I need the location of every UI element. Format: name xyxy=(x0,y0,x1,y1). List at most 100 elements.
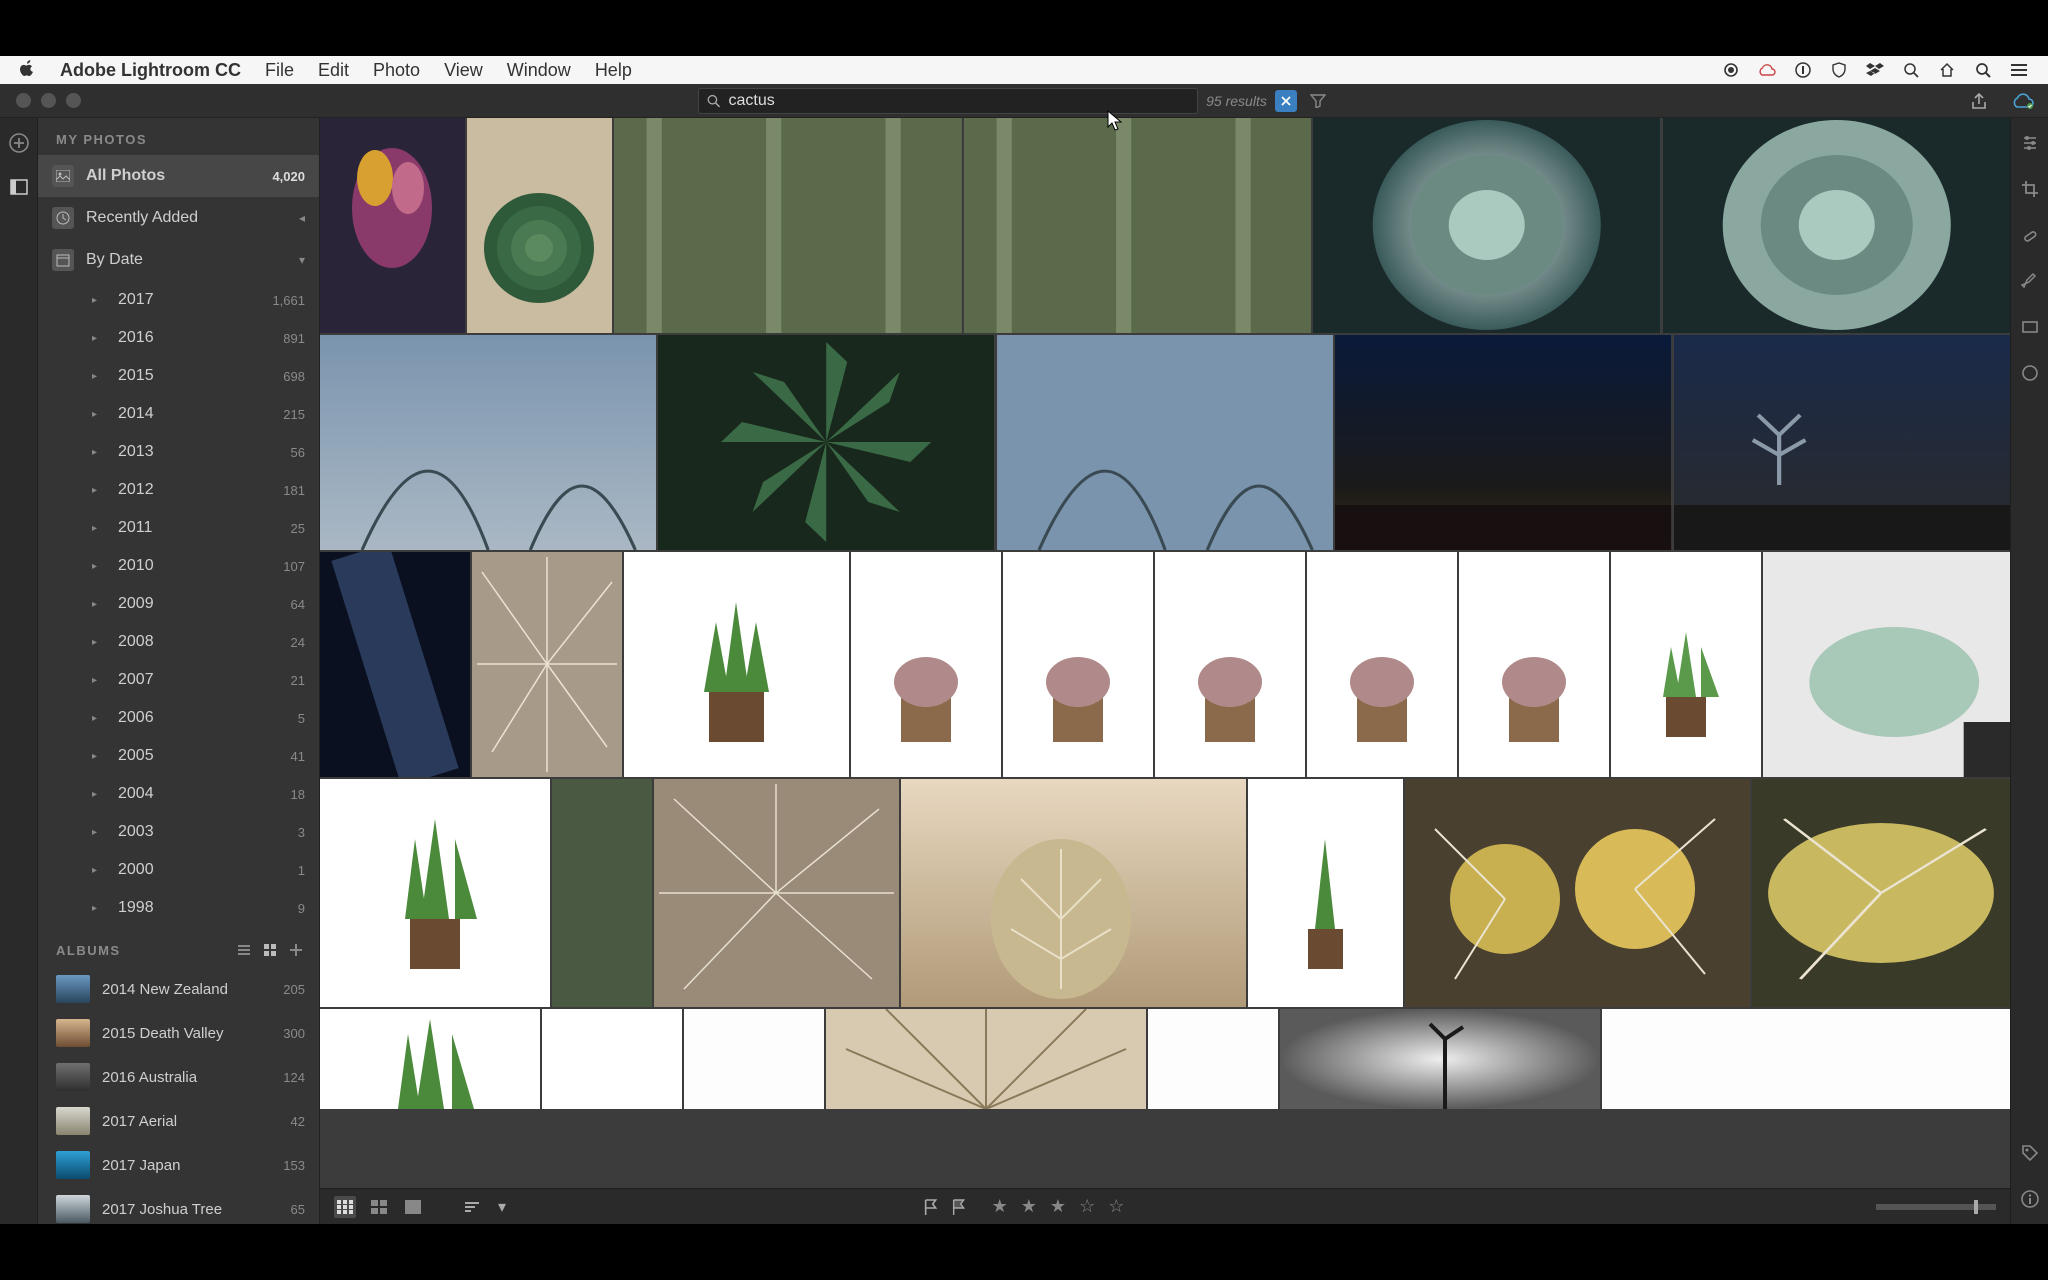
album-item[interactable]: 2014 New Zealand205 xyxy=(38,967,319,1011)
myphotos-panel-icon[interactable] xyxy=(8,176,30,198)
spotlight-icon[interactable] xyxy=(1972,59,1994,81)
photo-thumbnail[interactable] xyxy=(1663,118,2011,333)
add-photos-icon[interactable] xyxy=(8,132,30,154)
share-icon[interactable] xyxy=(1966,92,1992,110)
photo-thumbnail[interactable] xyxy=(1674,335,2010,550)
search-box[interactable] xyxy=(698,88,1198,114)
sidebar-year-item[interactable]: ▸2010107 xyxy=(38,547,319,585)
photo-thumbnail[interactable] xyxy=(1307,552,1457,777)
photo-grid-view-icon[interactable] xyxy=(334,1196,356,1218)
album-item[interactable]: 2016 Australia124 xyxy=(38,1055,319,1099)
photo-thumbnail[interactable] xyxy=(472,552,622,777)
sidebar-year-item[interactable]: ▸200418 xyxy=(38,775,319,813)
photo-thumbnail[interactable] xyxy=(320,1009,540,1109)
sidebar-year-item[interactable]: ▸19989 xyxy=(38,889,319,927)
healing-brush-icon[interactable] xyxy=(2019,224,2041,246)
album-item[interactable]: 2017 Joshua Tree65 xyxy=(38,1187,319,1224)
menu-file[interactable]: File xyxy=(265,60,294,81)
record-icon[interactable] xyxy=(1720,59,1742,81)
sidebar-year-item[interactable]: ▸20001 xyxy=(38,851,319,889)
sidebar-item-recently-added[interactable]: Recently Added ◂ xyxy=(38,197,319,239)
sidebar-year-item[interactable]: ▸20171,661 xyxy=(38,281,319,319)
sidebar-year-item[interactable]: ▸2016891 xyxy=(38,319,319,357)
sidebar-year-item[interactable]: ▸201356 xyxy=(38,433,319,471)
photo-thumbnail[interactable] xyxy=(654,779,899,1007)
photo-thumbnail[interactable] xyxy=(1148,1009,1278,1109)
sidebar-year-item[interactable]: ▸200721 xyxy=(38,661,319,699)
brush-icon[interactable] xyxy=(2019,270,2041,292)
edit-sliders-icon[interactable] xyxy=(2019,132,2041,154)
photo-thumbnail[interactable] xyxy=(1280,1009,1600,1109)
shield-icon[interactable] xyxy=(1828,59,1850,81)
photo-thumbnail[interactable] xyxy=(997,335,1333,550)
photo-thumbnail[interactable] xyxy=(1611,552,1761,777)
photo-thumbnail[interactable] xyxy=(851,552,1001,777)
photo-thumbnail[interactable] xyxy=(1459,552,1609,777)
sidebar-year-item[interactable]: ▸2012181 xyxy=(38,471,319,509)
photo-thumbnail[interactable] xyxy=(826,1009,1146,1109)
sidebar-year-item[interactable]: ▸201125 xyxy=(38,509,319,547)
flag-reject-icon[interactable] xyxy=(948,1196,970,1218)
flag-pick-icon[interactable] xyxy=(920,1196,942,1218)
sidebar-year-item[interactable]: ▸200824 xyxy=(38,623,319,661)
clear-search-button[interactable] xyxy=(1275,90,1297,112)
photo-thumbnail[interactable] xyxy=(1763,552,2010,777)
album-item[interactable]: 2017 Japan153 xyxy=(38,1143,319,1187)
photo-thumbnail[interactable] xyxy=(1248,779,1403,1007)
thumbnail-size-slider[interactable] xyxy=(1876,1204,1996,1210)
add-album-icon[interactable] xyxy=(287,941,305,959)
sidebar-year-item[interactable]: ▸20033 xyxy=(38,813,319,851)
apple-icon[interactable] xyxy=(18,59,36,82)
photo-thumbnail[interactable] xyxy=(684,1009,824,1109)
sidebar-year-item[interactable]: ▸2014215 xyxy=(38,395,319,433)
menu-view[interactable]: View xyxy=(444,60,483,81)
linear-gradient-icon[interactable] xyxy=(2019,316,2041,338)
photo-thumbnail[interactable] xyxy=(1335,335,1671,550)
sidebar-year-item[interactable]: ▸200541 xyxy=(38,737,319,775)
album-item[interactable]: 2015 Death Valley300 xyxy=(38,1011,319,1055)
rating-stars[interactable]: ★ ★ ★ ☆ ☆ xyxy=(992,1196,1129,1217)
photo-thumbnail[interactable] xyxy=(901,779,1246,1007)
menu-edit[interactable]: Edit xyxy=(318,60,349,81)
info-icon[interactable] xyxy=(2019,1188,2041,1210)
cc-cloud-icon[interactable] xyxy=(1756,59,1778,81)
photo-thumbnail[interactable] xyxy=(320,335,656,550)
photo-thumbnail[interactable] xyxy=(467,118,612,333)
sort-dropdown-icon[interactable]: ▾ xyxy=(496,1196,508,1218)
crop-icon[interactable] xyxy=(2019,178,2041,200)
photo-thumbnail[interactable] xyxy=(320,552,470,777)
sidebar-year-item[interactable]: ▸20065 xyxy=(38,699,319,737)
sidebar-item-by-date[interactable]: By Date ▾ xyxy=(38,239,319,281)
sidebar-item-all-photos[interactable]: All Photos 4,020 xyxy=(38,155,319,197)
grid-view-icon[interactable] xyxy=(261,941,279,959)
detail-view-icon[interactable] xyxy=(402,1196,424,1218)
album-item[interactable]: 2017 Aerial42 xyxy=(38,1099,319,1143)
menu-photo[interactable]: Photo xyxy=(373,60,420,81)
filter-icon[interactable] xyxy=(1305,94,1331,108)
menu-help[interactable]: Help xyxy=(595,60,632,81)
sort-icon[interactable] xyxy=(462,1196,484,1218)
loupe-icon[interactable] xyxy=(1900,59,1922,81)
photo-thumbnail[interactable] xyxy=(320,779,550,1007)
window-controls[interactable] xyxy=(16,93,81,108)
search-input[interactable] xyxy=(729,92,1190,110)
menubar-app-name[interactable]: Adobe Lightroom CC xyxy=(60,60,241,81)
photo-grid[interactable] xyxy=(320,118,2010,1188)
home-icon[interactable] xyxy=(1936,59,1958,81)
photo-thumbnail[interactable] xyxy=(1752,779,2010,1007)
sidebar-year-item[interactable]: ▸2015698 xyxy=(38,357,319,395)
photo-thumbnail[interactable] xyxy=(1313,118,1661,333)
keywords-icon[interactable] xyxy=(2019,1142,2041,1164)
minimize-window-icon[interactable] xyxy=(41,93,56,108)
photo-thumbnail[interactable] xyxy=(624,552,849,777)
close-window-icon[interactable] xyxy=(16,93,31,108)
photo-thumbnail[interactable] xyxy=(1003,552,1153,777)
photo-thumbnail[interactable] xyxy=(1602,1009,2010,1109)
photo-thumbnail[interactable] xyxy=(658,335,994,550)
photo-thumbnail[interactable] xyxy=(1405,779,1750,1007)
zoom-window-icon[interactable] xyxy=(66,93,81,108)
sidebar-year-item[interactable]: ▸200964 xyxy=(38,585,319,623)
photo-thumbnail[interactable] xyxy=(964,118,1312,333)
photo-thumbnail[interactable] xyxy=(320,118,465,333)
list-view-icon[interactable] xyxy=(235,941,253,959)
